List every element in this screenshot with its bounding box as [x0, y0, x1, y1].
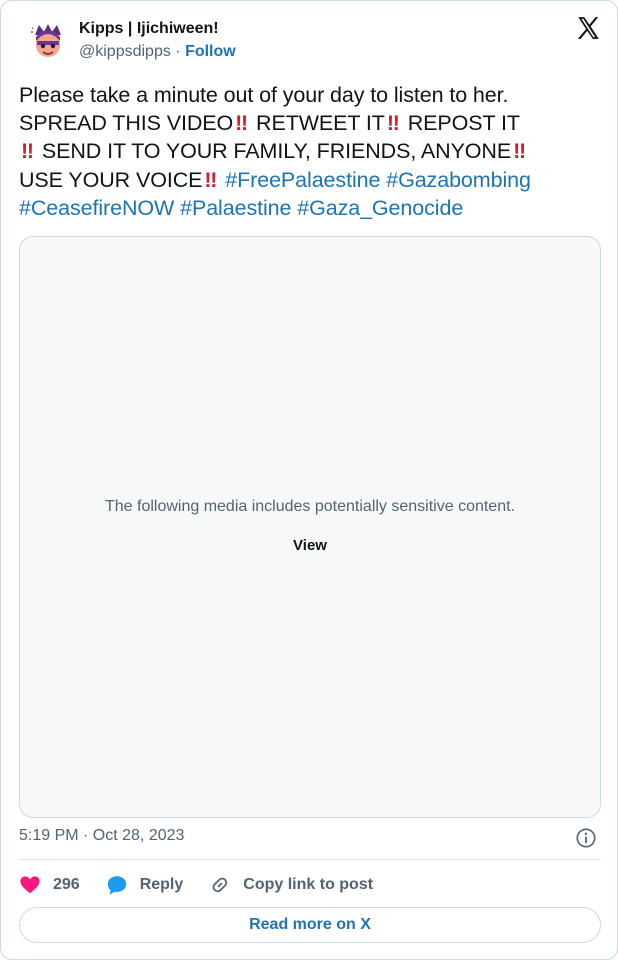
tweet-embed-card: Kipps | Ijichiween! @kippsdipps · Follow…	[0, 0, 618, 960]
hashtag-link[interactable]: #CeasefireNOW	[19, 196, 174, 220]
tweet-timestamp[interactable]: 5:19 PM · Oct 28, 2023	[19, 827, 184, 845]
reply-button[interactable]: Reply	[106, 874, 184, 896]
x-logo-icon[interactable]	[575, 15, 601, 41]
hashtag-link[interactable]: #Gaza_Genocide	[297, 196, 463, 220]
double-exclamation-icon: ‼	[21, 139, 34, 164]
display-name[interactable]: Kipps | Ijichiween!	[79, 19, 236, 39]
sensitive-media-warning: The following media includes potentially…	[104, 498, 515, 515]
view-media-button[interactable]: View	[293, 537, 327, 554]
like-count: 296	[53, 876, 80, 893]
double-exclamation-icon: ‼	[235, 111, 248, 136]
tweet-segment-1: SPREAD THIS VIDEO	[19, 111, 234, 136]
double-exclamation-icon: ‼	[204, 167, 217, 192]
like-button[interactable]: 296	[19, 874, 80, 896]
speech-bubble-icon	[107, 876, 126, 895]
link-icon	[212, 877, 228, 893]
reply-label: Reply	[139, 876, 184, 893]
user-handle[interactable]: @kippsdipps	[79, 43, 171, 60]
double-exclamation-icon: ‼	[513, 139, 526, 164]
copy-link-label: Copy link to post	[243, 876, 374, 893]
tweet-actions: 296 Reply Copy link to post	[19, 871, 399, 899]
tweet-segment-3: REPOST IT	[401, 111, 520, 136]
avatar[interactable]	[27, 21, 69, 63]
tweet-segment-4: SEND IT TO YOUR FAMILY, FRIENDS, ANYONE	[36, 139, 512, 164]
hashtag-link[interactable]: #Gazabombing	[386, 168, 531, 192]
info-icon[interactable]	[575, 827, 597, 849]
double-exclamation-icon: ‼	[386, 111, 400, 136]
read-more-button[interactable]: Read more on X	[19, 907, 601, 943]
heart-icon	[20, 876, 40, 894]
tweet-segment-5: USE YOUR VOICE	[19, 167, 203, 192]
sensitive-media-placeholder[interactable]: The following media includes potentially…	[19, 236, 601, 818]
user-info: Kipps | Ijichiween! @kippsdipps · Follow	[79, 19, 236, 63]
hashtag-link[interactable]: #Palaestine	[180, 196, 291, 220]
tweet-header: Kipps | Ijichiween! @kippsdipps · Follow	[19, 15, 603, 65]
copy-link-button[interactable]: Copy link to post	[209, 874, 373, 896]
hashtag-link[interactable]: #FreePalaestine	[225, 168, 380, 192]
tweet-line-1: Please take a minute out of your day to …	[19, 83, 509, 107]
divider	[19, 859, 601, 860]
avatar-image	[27, 21, 69, 63]
tweet-text: Please take a minute out of your day to …	[19, 81, 603, 222]
handle-separator: ·	[170, 43, 186, 60]
follow-button[interactable]: Follow	[185, 43, 236, 60]
tweet-segment-2: RETWEET IT	[250, 111, 385, 136]
handle-row: @kippsdipps · Follow	[79, 41, 236, 63]
